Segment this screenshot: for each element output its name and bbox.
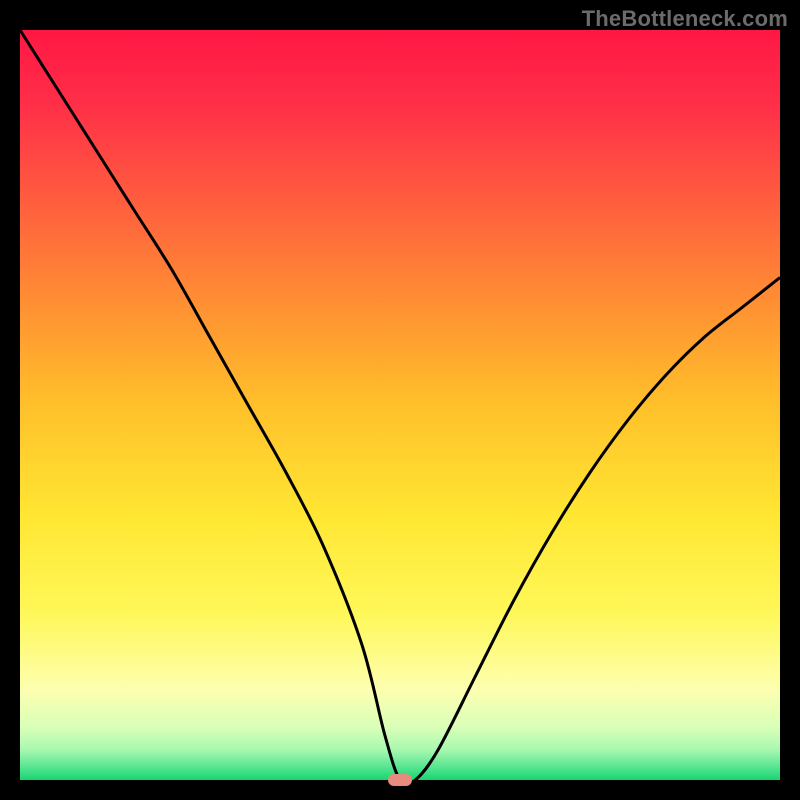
bottleneck-curve [20, 30, 780, 780]
watermark-text: TheBottleneck.com [582, 6, 788, 32]
bottleneck-marker [388, 774, 412, 786]
curve-path [20, 30, 780, 780]
plot-area [20, 30, 780, 780]
gradient-rect [20, 30, 780, 780]
gradient-background [20, 30, 780, 780]
